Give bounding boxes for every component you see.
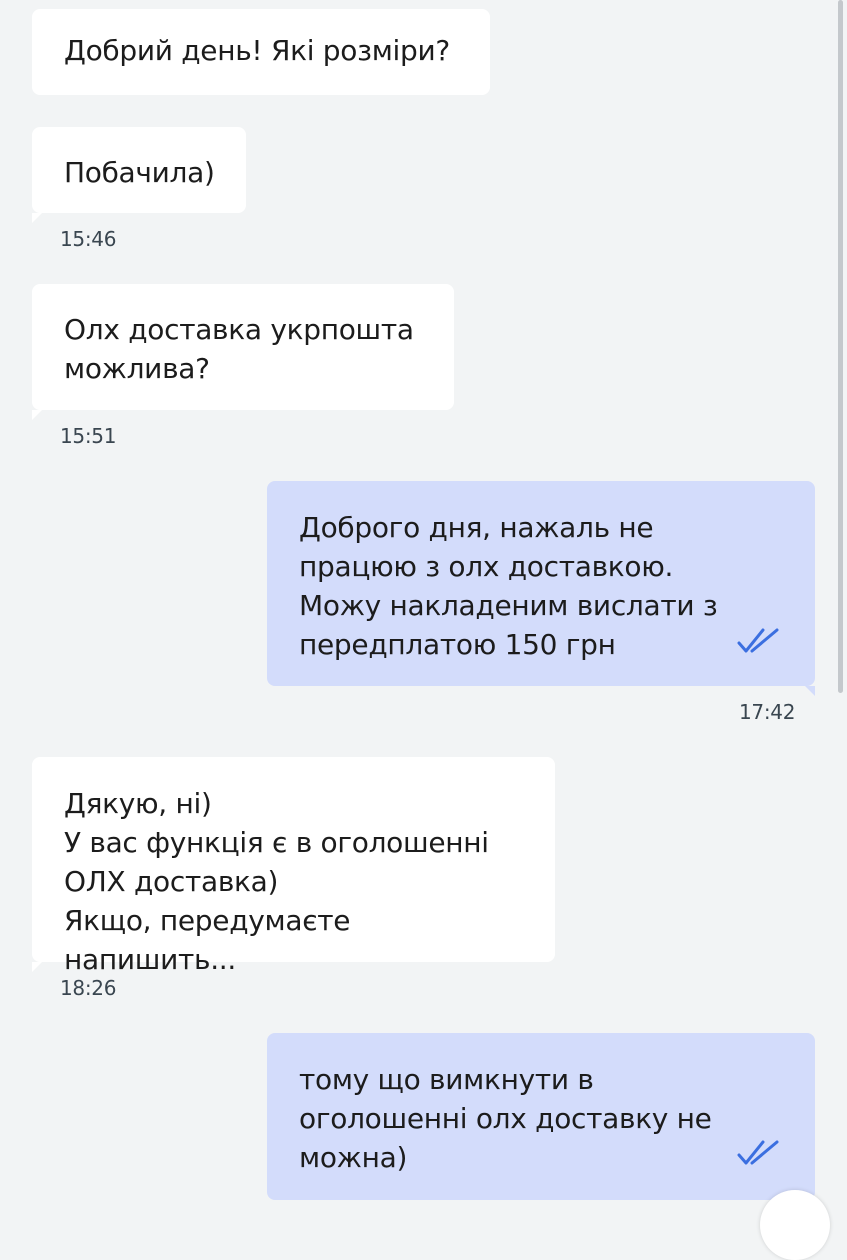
bubble-tail (32, 410, 42, 420)
message-time: 15:51 (60, 424, 117, 448)
scrollbar-thumb[interactable] (838, 0, 843, 693)
double-check-icon (737, 1140, 779, 1165)
message-time: 17:42 (739, 700, 796, 724)
scroll-to-bottom-button[interactable] (760, 1190, 830, 1260)
outgoing-message-bubble[interactable]: Доброго дня, нажаль не працюю з олх дост… (267, 481, 815, 686)
message-time: 15:46 (60, 227, 117, 251)
bubble-tail (32, 213, 42, 223)
message-text: Побачила) (64, 156, 215, 189)
incoming-message-bubble[interactable]: Побачила) (32, 127, 246, 213)
chat-message-list[interactable]: Добрий день! Які розміри? Побачила) 15:4… (0, 0, 847, 1260)
bubble-tail (805, 686, 815, 696)
bubble-tail (32, 962, 42, 972)
message-text: Олх доставка укрпошта можлива? (64, 313, 414, 385)
incoming-message-bubble[interactable]: Дякую, ні) У вас функція є в оголошенні … (32, 757, 555, 976)
message-text: тому що вимкнути в оголошенні олх достав… (299, 1063, 712, 1174)
message-text: Доброго дня, нажаль не працюю з олх дост… (299, 511, 718, 661)
message-time: 18:26 (60, 976, 117, 1000)
double-check-icon (737, 628, 779, 653)
outgoing-message-bubble[interactable]: тому що вимкнути в оголошенні олх достав… (267, 1033, 815, 1200)
scrollbar[interactable] (833, 0, 847, 1200)
incoming-message-bubble[interactable]: Олх доставка укрпошта можлива? (32, 284, 454, 410)
message-text: Дякую, ні) У вас функція є в оголошенні … (64, 787, 489, 976)
incoming-message-bubble[interactable]: Добрий день! Які розміри? (32, 9, 490, 95)
message-text: Добрий день! Які розміри? (64, 34, 450, 67)
